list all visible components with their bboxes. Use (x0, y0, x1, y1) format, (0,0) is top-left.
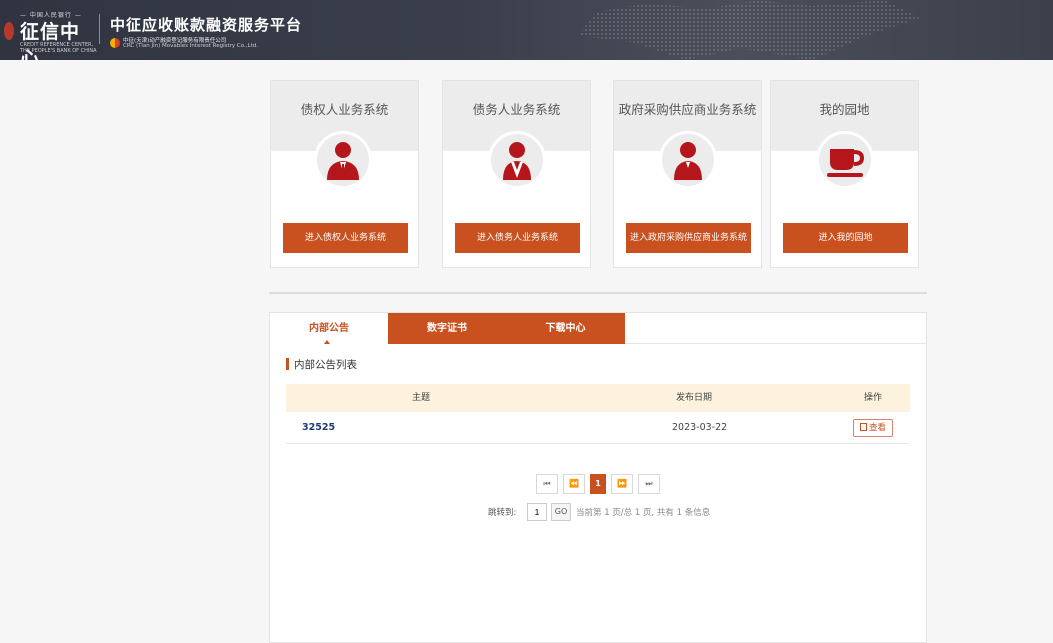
top-header: — 中国人民银行 — 征信中心 CREDIT REFERENCE CENTER,… (0, 0, 1053, 60)
tab-bar: 内部公告 数字证书 下载中心 (270, 313, 926, 344)
coffee-cup-icon (816, 131, 874, 189)
last-page-button[interactable]: ⏭ (638, 474, 660, 494)
supplier-person-icon (659, 131, 717, 189)
go-button[interactable]: GO (551, 503, 571, 521)
enter-creditor-button[interactable]: 进入债权人业务系统 (283, 223, 408, 253)
enter-supplier-button[interactable]: 进入政府采购供应商业务系统 (626, 223, 751, 253)
column-action: 操作 (864, 393, 883, 403)
page-jump: 跳转到: GO 当前第 1 页/总 1 页, 共有 1 条信息 (488, 503, 788, 521)
logo-en-text: CREDIT REFERENCE CENTER, THE PEOPLE'S BA… (20, 42, 97, 54)
current-page-button[interactable]: 1 (590, 474, 606, 494)
enter-debtor-button[interactable]: 进入债务人业务系统 (455, 223, 580, 253)
document-icon (859, 423, 867, 431)
enter-my-garden-button[interactable]: 进入我的园地 (783, 223, 908, 253)
card-title: 政府采购供应商业务系统 (618, 102, 757, 117)
credit-center-logo[interactable]: — 中国人民银行 — 征信中心 CREDIT REFERENCE CENTER,… (4, 8, 97, 60)
announcement-panel: 内部公告 数字证书 下载中心 内部公告列表 主题 发布日期 操作 32525 2… (269, 312, 927, 643)
world-map-decoration (578, 0, 920, 60)
card-debtor: 债务人业务系统 进入债务人业务系统 (442, 80, 591, 268)
platform-title: 中征应收账款融资服务平台 (110, 16, 303, 34)
card-title: 债务人业务系统 (472, 102, 561, 117)
view-button[interactable]: 查看 (853, 419, 893, 437)
list-heading-text: 内部公告列表 (294, 359, 357, 371)
pagination: ⏮ ⏪ 1 ⏩ ⏭ (536, 474, 666, 494)
jump-page-input[interactable] (527, 503, 547, 521)
tab-download-center[interactable]: 下载中心 (506, 313, 625, 344)
card-creditor: 债权人业务系统 进入债权人业务系统 (270, 80, 419, 268)
card-my-garden: 我的园地 进入我的园地 (770, 80, 919, 268)
heading-accent-bar (286, 358, 289, 370)
row-subject[interactable]: 32525 (302, 412, 335, 444)
active-tab-indicator (324, 340, 330, 344)
crc-company-en: CRC (Tian Jin) Movables Interest Registr… (123, 43, 258, 49)
tab-digital-certificate[interactable]: 数字证书 (388, 313, 506, 344)
row-date: 2023-03-22 (672, 422, 728, 433)
seal-icon (4, 22, 14, 40)
jump-label: 跳转到: (488, 508, 517, 518)
debtor-person-icon (488, 131, 546, 189)
card-title: 我的园地 (819, 102, 870, 117)
column-date: 发布日期 (676, 393, 713, 403)
table-row: 32525 2023-03-22 查看 (286, 412, 910, 444)
crc-logo-icon (110, 38, 120, 48)
first-page-button[interactable]: ⏮ (536, 474, 558, 494)
header-divider (99, 14, 100, 44)
page-info: 当前第 1 页/总 1 页, 共有 1 条信息 (576, 508, 711, 518)
column-subject: 主题 (412, 393, 431, 403)
prev-page-button[interactable]: ⏪ (563, 474, 585, 494)
table-header: 主题 发布日期 操作 (286, 384, 910, 412)
next-page-button[interactable]: ⏩ (611, 474, 633, 494)
card-supplier: 政府采购供应商业务系统 进入政府采购供应商业务系统 (613, 80, 762, 268)
view-button-label: 查看 (868, 423, 886, 433)
creditor-person-icon (314, 131, 372, 189)
card-title: 债权人业务系统 (300, 102, 389, 117)
section-divider (269, 292, 927, 294)
